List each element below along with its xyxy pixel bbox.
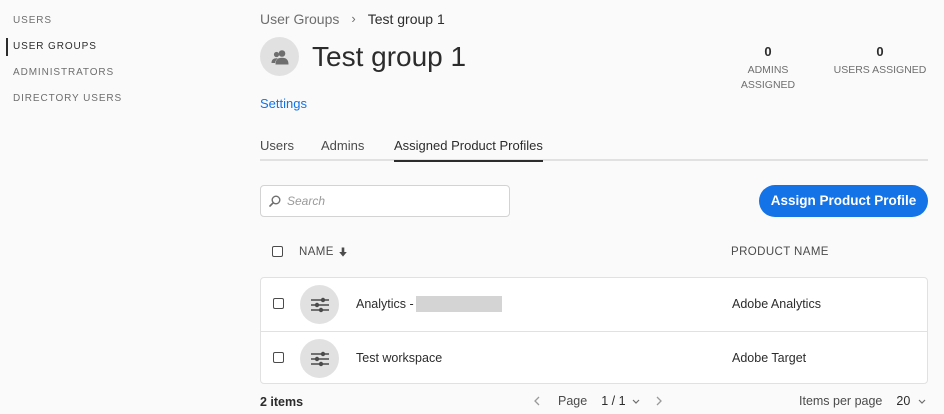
breadcrumb-parent-link[interactable]: User Groups [260,10,339,28]
page-title: Test group 1 [312,41,467,72]
profile-name[interactable]: Analytics - [356,296,502,312]
items-per-page-select[interactable]: 20 [896,394,926,408]
pagination: Page 1 / 1 [530,392,666,410]
search-icon [269,195,281,207]
users-assigned-stat: 0 USERS ASSIGNED [830,44,930,78]
settings-link[interactable]: Settings [260,96,307,112]
items-per-page: Items per page 20 [799,392,926,410]
tab-admins[interactable]: Admins [321,137,364,155]
tab-assigned-product-profiles[interactable]: Assigned Product Profiles [394,137,543,162]
table-row[interactable]: Test workspace Adobe Target [261,331,927,384]
admins-assigned-count: 0 [764,44,772,59]
users-assigned-label: USERS ASSIGNED [833,64,927,76]
product-name: Adobe Target [732,351,807,365]
assign-product-profile-button[interactable]: Assign Product Profile [759,185,928,217]
page-select[interactable]: 1 / 1 [601,394,639,408]
items-per-page-label: Items per page [799,394,883,408]
breadcrumb: User Groups › Test group 1 [260,10,445,28]
row-checkbox[interactable] [273,298,284,309]
chevron-left-icon[interactable] [530,394,544,408]
breadcrumb-current: Test group 1 [367,11,445,27]
item-count: 2 items [260,395,304,409]
chevron-right-icon[interactable] [652,394,666,408]
search-input[interactable] [287,194,497,208]
tab-users[interactable]: Users [260,137,294,155]
sidebar-item-directory-users[interactable]: DIRECTORY USERS [6,90,122,108]
select-all-checkbox[interactable] [272,246,283,257]
search-box [260,185,510,217]
page-label: Page [558,394,588,408]
breadcrumb-separator-icon: › [351,11,356,26]
chevron-down-icon [918,399,926,404]
redacted-text [415,296,502,312]
column-header-product-name: PRODUCT NAME [731,246,829,258]
sidebar: USERS USER GROUPS ADMINISTRATORS DIRECTO… [0,0,200,414]
admins-assigned-label: ADMINS ASSIGNED [740,64,796,91]
table-body: Analytics - Adobe Analytics Test workspa… [260,277,928,384]
sidebar-item-users[interactable]: USERS [6,12,52,30]
sidebar-item-user-groups[interactable]: USER GROUPS [6,38,97,56]
tab-bar: Users Admins Assigned Product Profiles [260,131,928,162]
table-header: NAME PRODUCT NAME [260,236,928,268]
sliders-icon [300,285,339,324]
sliders-icon [300,339,339,378]
chevron-down-icon [632,399,640,404]
sort-down-icon [339,247,347,257]
admins-assigned-stat: 0 ADMINS ASSIGNED [730,44,806,93]
users-assigned-count: 0 [876,44,884,59]
sidebar-item-administrators[interactable]: ADMINISTRATORS [6,64,114,82]
group-icon [260,37,299,76]
profile-name[interactable]: Test workspace [356,350,442,366]
row-checkbox[interactable] [273,352,284,363]
table-row[interactable]: Analytics - Adobe Analytics [261,278,927,331]
column-header-name[interactable]: NAME [299,244,347,260]
product-name: Adobe Analytics [732,297,821,311]
